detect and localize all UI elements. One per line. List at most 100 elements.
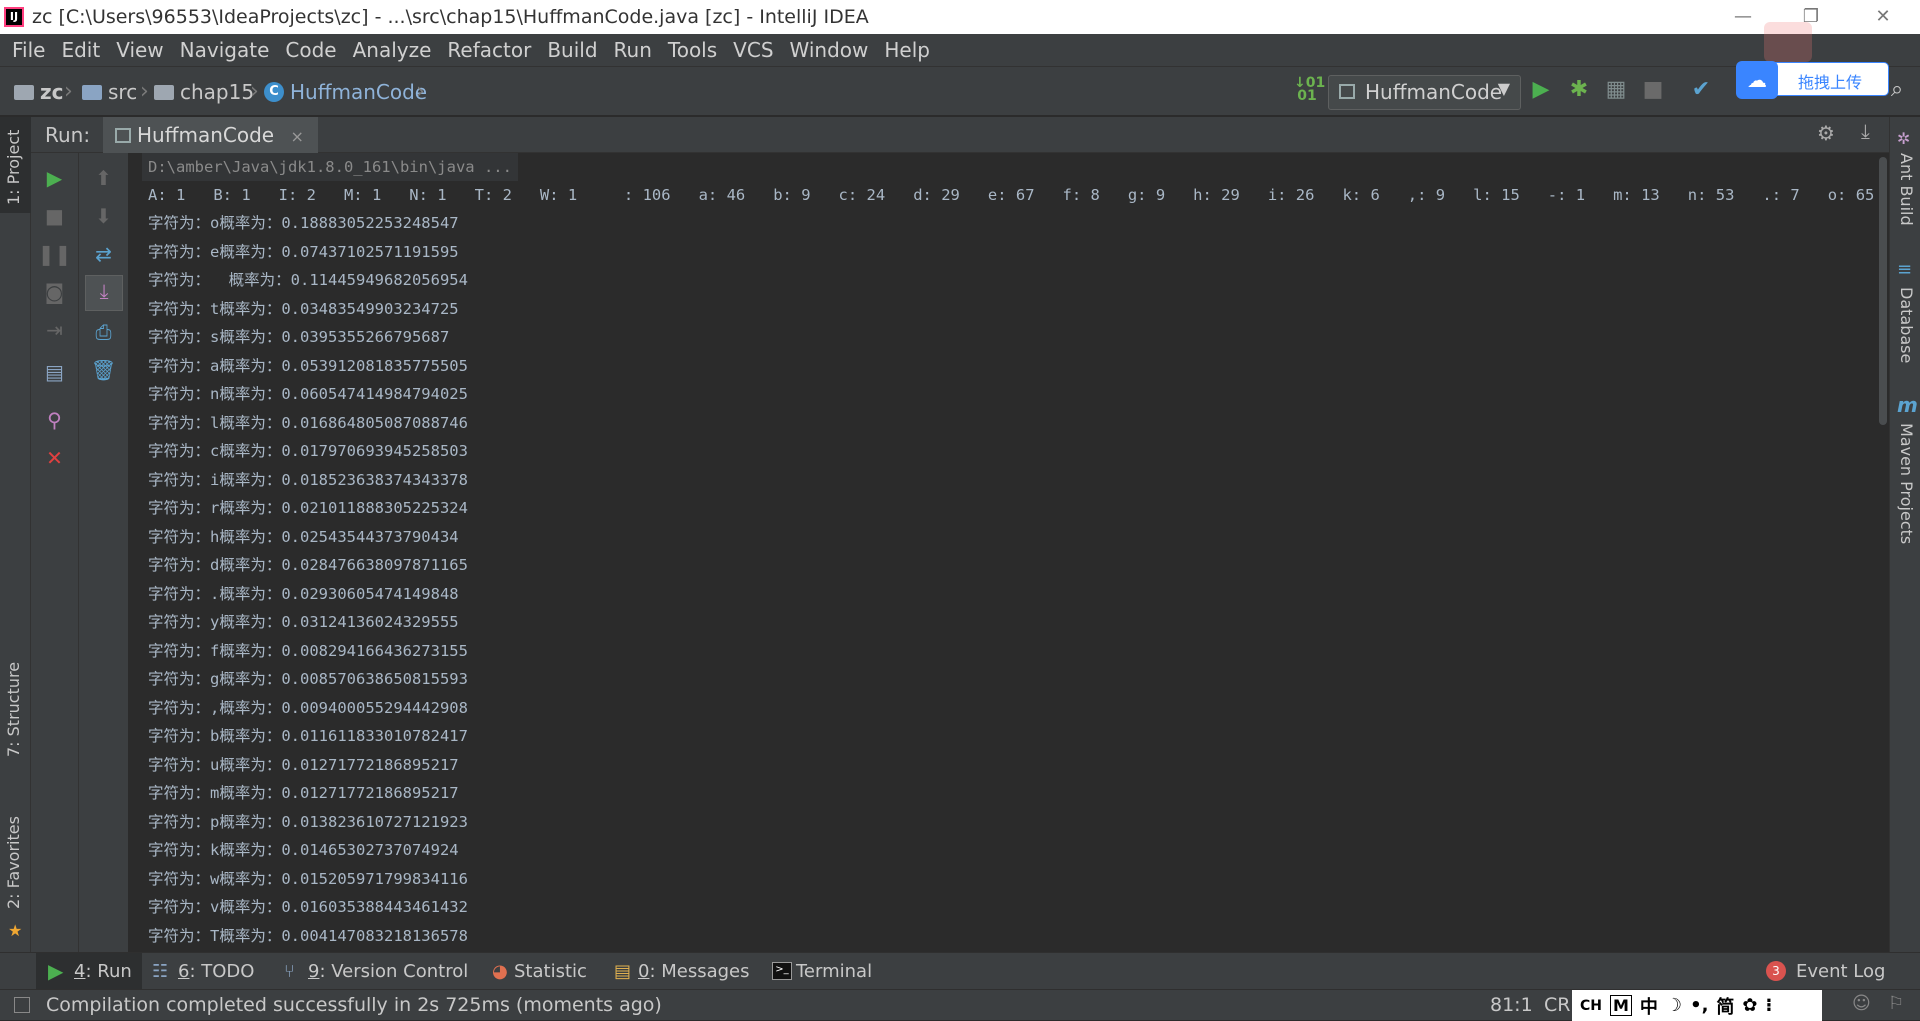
stop-icon[interactable]: ■ — [31, 201, 78, 231]
tool-tab-database[interactable]: Database — [1897, 287, 1916, 363]
breadcrumb-src[interactable]: src — [82, 80, 137, 104]
window-title: zc [C:\Users\96553\IdeaProjects\zc] - ..… — [32, 6, 869, 28]
floating-search-badge[interactable] — [1764, 22, 1812, 62]
tool-tab-statistic-label: Statistic — [514, 961, 587, 982]
tool-tab-terminal-label: Terminal — [796, 961, 873, 982]
rerun-icon[interactable]: ▶ — [31, 163, 78, 193]
tool-tab-structure[interactable]: 7: Structure — [4, 662, 23, 757]
tool-tab-terminal[interactable]: >_ Terminal — [770, 953, 872, 990]
trash-icon[interactable]: 🗑 — [79, 355, 128, 385]
tool-tab-run[interactable]: ▶ 4: Run — [36, 953, 142, 990]
run-configuration-dropdown[interactable]: HuffmanCode ▼ — [1328, 75, 1521, 110]
close-button[interactable]: ✕ — [1860, 2, 1906, 32]
menu-code[interactable]: Code — [277, 38, 344, 62]
line-separator[interactable]: CR — [1544, 994, 1570, 1016]
baidu-upload-widget[interactable]: ☁ 拖拽上传 — [1736, 61, 1889, 99]
console-command-line: D:\amber\Java\jdk1.8.0_161\bin\java ... — [142, 153, 518, 181]
tool-tab-ant-build[interactable]: Ant Build — [1897, 153, 1916, 226]
console-line: 字符为：a概率为：0.053912081835775505 — [148, 356, 468, 375]
tool-tab-version-control[interactable]: ⑂ 9: Version Control — [282, 953, 468, 990]
vcs-update-icon[interactable]: ↓01 01 — [1294, 76, 1325, 103]
run-icon[interactable]: ▶ — [1528, 77, 1554, 103]
ime-simp[interactable]: 简 — [1716, 993, 1734, 1019]
menu-file[interactable]: File — [4, 38, 53, 62]
console-line: 字符为：e概率为：0.07437102571191595 — [148, 242, 459, 261]
vcs-commit-icon[interactable]: ✔ — [1688, 77, 1714, 103]
tool-tab-vcs-label: : Version Control — [319, 961, 469, 982]
menu-help[interactable]: Help — [876, 38, 938, 62]
tool-tab-event-log[interactable]: 3 Event Log — [1764, 953, 1885, 990]
console-line: 字符为：k概率为：0.01465302737074924 — [148, 841, 459, 859]
menu-edit[interactable]: Edit — [53, 38, 108, 62]
tool-tab-project[interactable]: 1: Project — [4, 130, 23, 205]
breadcrumb-package[interactable]: chap15 — [154, 80, 254, 104]
dump-threads-icon[interactable]: ◙ — [31, 277, 78, 307]
console-output[interactable]: D:\amber\Java\jdk1.8.0_161\bin\java ... … — [130, 153, 1877, 952]
gear-icon[interactable]: ⚙ — [1817, 121, 1835, 145]
source-folder-icon — [82, 84, 102, 100]
stop-icon[interactable]: ■ — [1640, 77, 1666, 103]
run-config-icon — [115, 128, 131, 143]
tool-tab-statistic[interactable]: ◕ Statistic — [490, 953, 587, 990]
menu-window[interactable]: Window — [782, 38, 877, 62]
console-line: 字符为：o概率为：0.18883052253248547 — [148, 214, 459, 232]
menu-navigate[interactable]: Navigate — [172, 38, 278, 62]
pin-icon[interactable]: ⚲ — [31, 405, 78, 435]
breadcrumb-separator-icon: › — [250, 79, 259, 104]
exit-icon[interactable]: ⇥ — [31, 315, 78, 345]
print-icon[interactable]: ⎙ — [79, 317, 128, 347]
arrow-down-icon[interactable]: ⬇ — [79, 201, 128, 231]
ime-more-icon[interactable]: ⁝ — [1766, 995, 1773, 1016]
tool-tab-run-label: : Run — [85, 961, 132, 982]
breadcrumb-separator-icon: › — [140, 79, 149, 104]
tool-tab-favorites[interactable]: 2: Favorites — [4, 816, 23, 909]
run-toolbar-secondary: ⬆ ⬇ ⇄ ⤓ ⎙ 🗑 — [79, 153, 129, 952]
close-tab-icon[interactable]: × — [290, 127, 303, 146]
debug-icon[interactable]: ✱ — [1566, 77, 1592, 103]
menu-vcs[interactable]: VCS — [725, 38, 781, 62]
console-line: 字符为：y概率为：0.03124136024329555 — [148, 613, 459, 631]
minimize-button[interactable]: — — [1720, 2, 1766, 32]
menu-analyze[interactable]: Analyze — [345, 38, 440, 62]
menu-tools[interactable]: Tools — [660, 38, 725, 62]
console-scrollbar[interactable] — [1877, 153, 1889, 952]
run-with-coverage-icon[interactable]: ▦ — [1603, 77, 1629, 103]
breadcrumb-class[interactable]: C HuffmanCode — [264, 80, 427, 104]
hector-icon[interactable]: ☺ — [1852, 993, 1871, 1014]
ime-zh[interactable]: 中 — [1640, 993, 1658, 1019]
menu-build[interactable]: Build — [539, 38, 605, 62]
run-tab-huffmancode[interactable]: HuffmanCode × — [103, 117, 318, 153]
ime-settings-icon[interactable]: ✿ — [1742, 995, 1757, 1016]
maven-icon: m — [1897, 393, 1918, 417]
scrollbar-thumb[interactable] — [1879, 157, 1887, 425]
menu-run[interactable]: Run — [606, 38, 660, 62]
messages-icon: ▤ — [614, 961, 632, 982]
breadcrumb-project[interactable]: zc — [14, 80, 64, 104]
tool-tab-todo-num: 6 — [178, 961, 190, 982]
run-icon: ▶ — [48, 959, 64, 983]
close-icon[interactable]: ✕ — [31, 443, 78, 473]
caret-position[interactable]: 81:1 — [1490, 994, 1533, 1016]
tool-tab-todo[interactable]: ☷ 6: TODO — [150, 953, 254, 990]
console-line: 字符为：r概率为：0.021011888305225324 — [148, 499, 468, 517]
console-line: 字符为：n概率为：0.060547414984794025 — [148, 385, 468, 403]
ime-toolbar[interactable]: CH M 中 ☽ •, 简 ✿ ⁝ — [1572, 990, 1822, 1021]
hide-panel-icon[interactable]: ⤓ — [1861, 119, 1870, 143]
tool-tab-maven-projects[interactable]: Maven Projects — [1897, 423, 1916, 544]
tool-tab-messages[interactable]: ▤ 0: Messages — [612, 953, 750, 990]
menu-refactor[interactable]: Refactor — [439, 38, 539, 62]
toggle-tool-windows-icon[interactable] — [14, 997, 30, 1013]
status-message: Compilation completed successfully in 2s… — [46, 994, 662, 1016]
ime-ch[interactable]: CH — [1580, 998, 1602, 1014]
arrow-up-icon[interactable]: ⬆ — [79, 163, 128, 193]
layout-icon[interactable]: ▤ — [31, 357, 78, 387]
ime-moon-icon[interactable]: ☽ — [1666, 995, 1682, 1016]
menu-view[interactable]: View — [108, 38, 171, 62]
notifications-icon[interactable]: ⚐ — [1888, 993, 1904, 1014]
project-folder-icon — [14, 84, 34, 100]
ime-punct-icon[interactable]: •, — [1690, 995, 1708, 1016]
ime-m[interactable]: M — [1610, 995, 1632, 1016]
soft-wrap-icon[interactable]: ⇄ — [79, 239, 128, 269]
pause-icon[interactable]: ❚❚ — [31, 239, 78, 269]
scroll-to-end-icon[interactable]: ⤓ — [85, 275, 123, 311]
